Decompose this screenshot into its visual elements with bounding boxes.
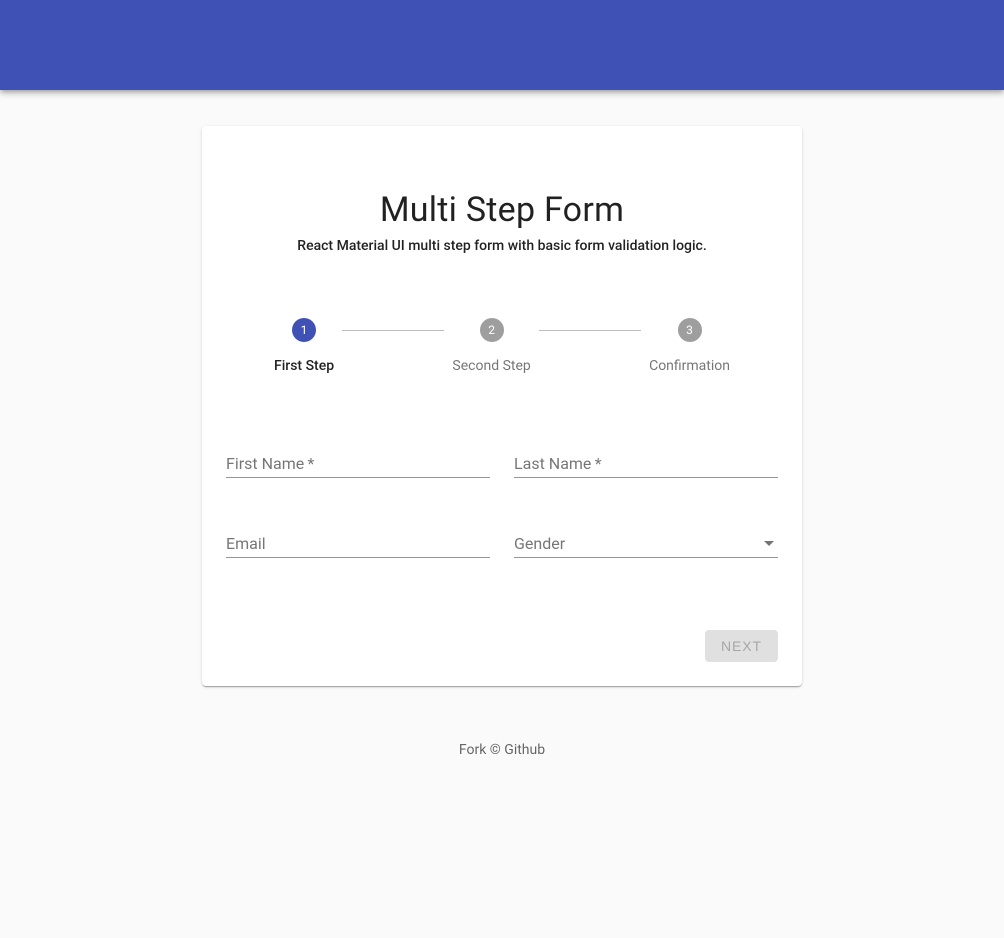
step-3-label: Confirmation [649,358,730,374]
page-title: Multi Step Form [226,190,778,230]
step-3-circle: 3 [678,318,702,342]
next-button[interactable]: Next [705,630,778,662]
email-field[interactable]: Email [226,534,490,558]
gender-label: Gender [514,534,565,553]
form-card: Multi Step Form React Material UI multi … [202,126,802,686]
footer-fork-text: Fork [459,742,486,758]
step-connector [539,330,641,331]
last-name-label: Last Name * [514,454,602,473]
page-subtitle: React Material UI multi step form with b… [226,238,778,254]
form-grid: First Name * Last Name * Email Gender [226,454,778,558]
footer-github-link[interactable]: Github [504,742,545,758]
step-1-circle: 1 [292,318,316,342]
chevron-down-icon [764,541,774,546]
gender-select[interactable]: Gender [514,534,778,558]
footer: Fork © Github [0,742,1004,758]
last-name-field[interactable]: Last Name * [514,454,778,478]
step-1[interactable]: 1 First Step [274,318,334,374]
email-label: Email [226,534,266,553]
form-actions: Next [226,630,778,662]
stepper: 1 First Step 2 Second Step 3 Confirmatio… [226,318,778,374]
first-name-field[interactable]: First Name * [226,454,490,478]
step-1-label: First Step [274,358,334,374]
step-2-circle: 2 [480,318,504,342]
footer-copyright: © [490,742,501,758]
step-connector [342,330,444,331]
first-name-label: First Name * [226,454,314,473]
step-2-label: Second Step [452,358,530,374]
step-2[interactable]: 2 Second Step [452,318,530,374]
step-3[interactable]: 3 Confirmation [649,318,730,374]
app-bar [0,0,1004,90]
